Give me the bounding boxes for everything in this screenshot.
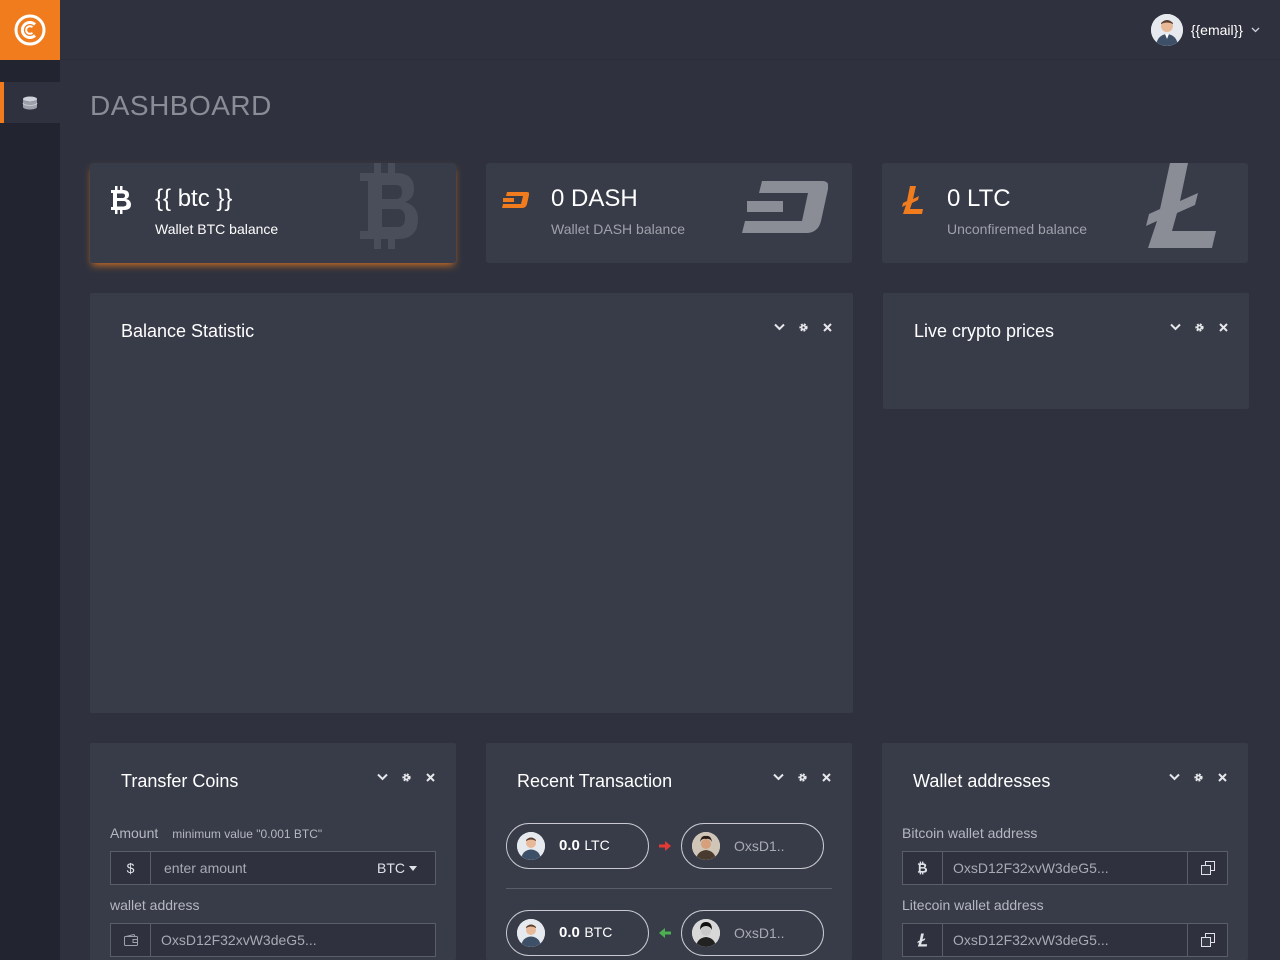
bitcoin-icon	[903, 852, 943, 884]
dash-balance-value: 0 DASH	[551, 185, 638, 212]
amount-input-group: $ BTC	[110, 851, 436, 885]
live-prices-panel: Live crypto prices	[883, 293, 1249, 409]
wallet-icon	[111, 924, 151, 956]
amount-label: Amount minimum value "0.001 BTC"	[110, 825, 322, 841]
coins-icon	[22, 96, 38, 109]
sidebar	[0, 0, 60, 960]
tx-sender-pill[interactable]: 0.0 BTC	[506, 910, 649, 956]
tx-address: OxsD1..	[734, 838, 785, 854]
amount-label-text: Amount	[110, 825, 159, 841]
tx-currency: LTC	[584, 837, 610, 853]
copy-icon	[1200, 933, 1215, 947]
litecoin-address-input-group: OxsD12F32xvW3deG5...	[902, 923, 1228, 957]
bitcoin-watermark-icon	[360, 163, 418, 249]
panel-tools	[773, 321, 833, 333]
caret-down-icon	[409, 865, 417, 871]
panel-title: Transfer Coins	[121, 771, 239, 791]
ltc-balance-value: 0 LTC	[947, 185, 1011, 212]
litecoin-icon	[900, 185, 926, 215]
collapse-chevron-icon[interactable]	[772, 771, 784, 783]
collapse-chevron-icon[interactable]	[1169, 321, 1181, 333]
litecoin-icon	[903, 924, 943, 956]
wallet-address-label: wallet address	[110, 897, 200, 913]
gear-icon[interactable]	[1192, 771, 1204, 783]
gear-icon[interactable]	[797, 321, 809, 333]
wallet-address-input-group: OxsD12F32xvW3deG5...	[110, 923, 436, 957]
ltc-balance-label: Unconfiremed balance	[947, 221, 1088, 237]
btc-balance-value: {{ btc }}	[155, 185, 233, 212]
dash-balance-label: Wallet DASH balance	[551, 221, 686, 237]
balance-statistic-panel: Balance Statistic	[90, 293, 853, 713]
litecoin-watermark-icon	[1146, 163, 1216, 248]
avatar	[517, 832, 545, 860]
page-title: DASHBOARD	[90, 90, 272, 121]
sidebar-item-wallet[interactable]	[0, 82, 60, 123]
chevron-down-icon	[1251, 25, 1260, 36]
panel-tools	[772, 771, 832, 783]
tx-amount: 0.0	[559, 837, 580, 854]
bitcoin-wallet-label: Bitcoin wallet address	[902, 825, 1038, 841]
panel-title: Live crypto prices	[914, 321, 1055, 341]
close-icon[interactable]	[821, 321, 833, 333]
close-icon[interactable]	[424, 771, 436, 783]
bitcoin-address-value[interactable]: OxsD12F32xvW3deG5...	[943, 852, 1187, 884]
tx-sender-pill[interactable]: 0.0 LTC	[506, 823, 649, 869]
app-logo[interactable]	[0, 0, 60, 60]
top-bar: {{email}}	[60, 0, 1280, 60]
panel-tools	[1168, 771, 1228, 783]
bitcoin-icon	[108, 185, 134, 215]
currency-select[interactable]: BTC	[367, 852, 435, 884]
gear-icon[interactable]	[400, 771, 412, 783]
tx-receiver-pill[interactable]: OxsD1..	[681, 823, 824, 869]
copy-icon	[1200, 861, 1215, 875]
avatar	[692, 832, 720, 860]
arrow-left-icon	[659, 928, 671, 938]
user-menu[interactable]: {{email}}	[1150, 14, 1260, 46]
amount-hint: minimum value "0.001 BTC"	[172, 827, 323, 841]
amount-input[interactable]	[151, 852, 367, 884]
close-icon[interactable]	[820, 771, 832, 783]
avatar	[692, 919, 720, 947]
tx-currency: BTC	[584, 924, 613, 940]
panel-tools	[376, 771, 436, 783]
collapse-chevron-icon[interactable]	[376, 771, 388, 783]
tx-receiver-pill[interactable]: OxsD1..	[681, 910, 824, 956]
tx-address: OxsD1..	[734, 925, 785, 941]
avatar	[1150, 14, 1183, 46]
currency-select-value: BTC	[377, 860, 405, 876]
btc-balance-card: {{ btc }} Wallet BTC balance	[90, 163, 456, 263]
currency-symbol: $	[111, 852, 151, 884]
copy-button[interactable]	[1187, 924, 1227, 956]
btc-balance-label: Wallet BTC balance	[155, 221, 279, 237]
divider	[506, 888, 832, 889]
user-avatar-icon	[1150, 14, 1183, 46]
dash-watermark-icon	[742, 181, 828, 233]
litecoin-address-value[interactable]: OxsD12F32xvW3deG5...	[943, 924, 1187, 956]
arrow-right-icon	[659, 841, 671, 851]
bitcoin-address-input-group: OxsD12F32xvW3deG5...	[902, 851, 1228, 885]
close-icon[interactable]	[1217, 321, 1229, 333]
avatar	[517, 919, 545, 947]
copy-button[interactable]	[1187, 852, 1227, 884]
logo-icon	[14, 14, 46, 46]
panel-title: Wallet addresses	[913, 771, 1051, 791]
tx-amount: 0.0	[559, 924, 580, 941]
panel-title: Balance Statistic	[121, 321, 255, 341]
close-icon[interactable]	[1216, 771, 1228, 783]
user-email: {{email}}	[1190, 22, 1243, 38]
gear-icon[interactable]	[1193, 321, 1205, 333]
litecoin-wallet-label: Litecoin wallet address	[902, 897, 1044, 913]
collapse-chevron-icon[interactable]	[773, 321, 785, 333]
panel-tools	[1169, 321, 1229, 333]
ltc-balance-card: 0 LTC Unconfiremed balance	[882, 163, 1248, 263]
dash-icon	[500, 185, 530, 215]
collapse-chevron-icon[interactable]	[1168, 771, 1180, 783]
wallet-address-value[interactable]: OxsD12F32xvW3deG5...	[151, 924, 435, 956]
gear-icon[interactable]	[796, 771, 808, 783]
panel-title: Recent Transaction	[517, 771, 673, 791]
dash-balance-card: 0 DASH Wallet DASH balance	[486, 163, 852, 263]
